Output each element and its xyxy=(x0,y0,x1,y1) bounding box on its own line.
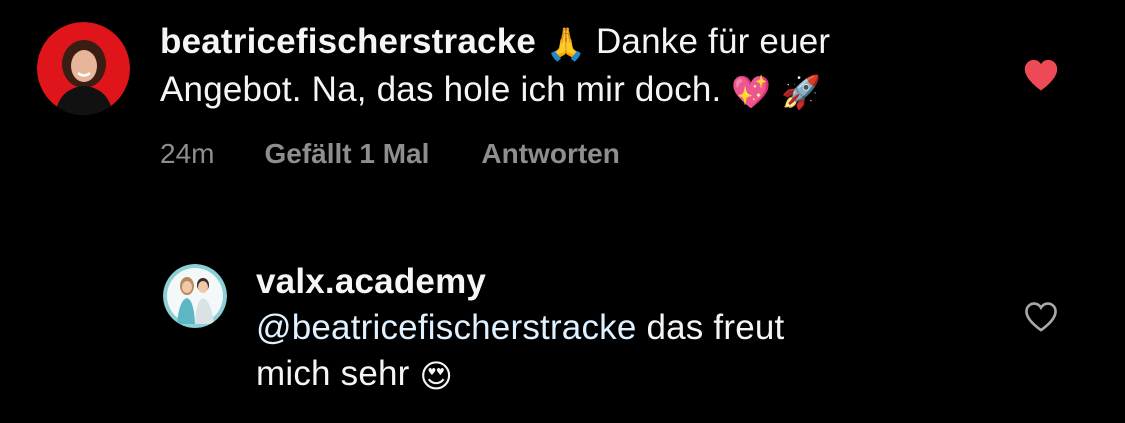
comment-item: beatricefischerstracke 🙏 Danke für euer … xyxy=(0,0,1125,200)
like-heart-outline-icon[interactable] xyxy=(1023,301,1059,333)
mention-link[interactable]: @beatricefischerstracke xyxy=(256,308,637,347)
comment-meta: 24m Gefällt 1 Mal Antworten xyxy=(160,136,620,172)
avatar[interactable] xyxy=(163,264,227,328)
comment-body: valx.academy @beatricefischerstracke das… xyxy=(256,259,976,399)
rocket-emoji-icon: 🚀 xyxy=(781,73,822,111)
username[interactable]: beatricefischerstracke xyxy=(160,22,536,61)
comment-body: beatricefischerstracke 🙏 Danke für euer … xyxy=(160,19,960,115)
reply-button[interactable]: Antworten xyxy=(481,138,619,170)
timestamp: 24m xyxy=(160,138,215,169)
sparkling-heart-emoji-icon: 💖 xyxy=(731,73,772,111)
comment-item: valx.academy @beatricefischerstracke das… xyxy=(0,240,1125,423)
pray-emoji-icon: 🙏 xyxy=(545,25,587,63)
avatar[interactable] xyxy=(37,22,130,115)
like-heart-icon[interactable] xyxy=(1022,58,1060,92)
comment-text: Danke für euer xyxy=(586,22,831,61)
username[interactable]: valx.academy xyxy=(256,262,486,301)
comment-text-line2: Angebot. Na, das hole ich mir doch. xyxy=(160,70,732,109)
likes-count-link[interactable]: Gefällt 1 Mal xyxy=(264,138,429,170)
comment-text: das freut xyxy=(636,308,785,347)
heart-eyes-emoji-icon: 😍 xyxy=(419,357,453,395)
comment-text-line2: mich sehr xyxy=(256,354,420,393)
